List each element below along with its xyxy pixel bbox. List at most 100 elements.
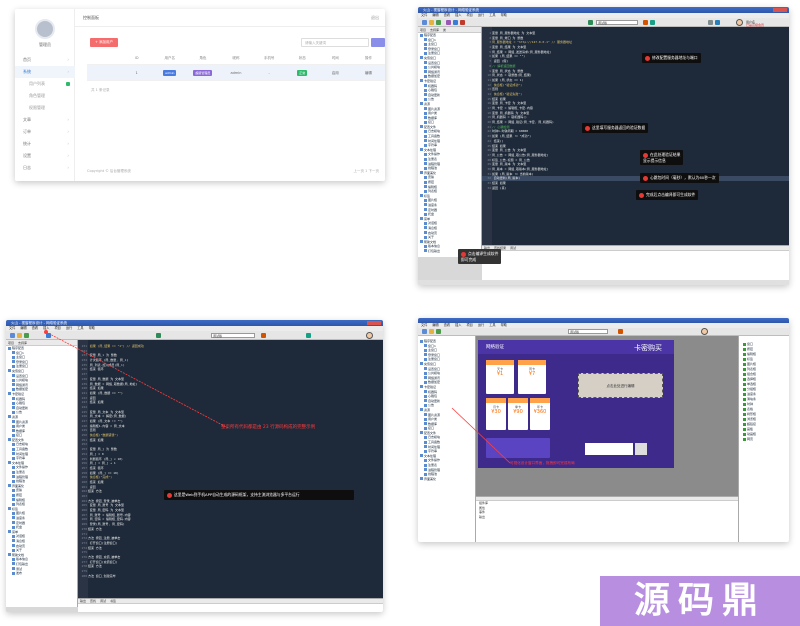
sidebar-item[interactable]: 角色管理 — [15, 90, 75, 102]
output-tab[interactable]: 书签 — [110, 599, 116, 603]
chevron-right-icon: › — [67, 57, 69, 62]
menu-item[interactable]: 运行 — [478, 13, 484, 17]
code-editor[interactable]: 1变量 局_服务器地址 为 文本型 2变量 局_端口 为 整数 3局_服务器地址 =… — [482, 27, 789, 245]
output-tab[interactable]: 查找 — [90, 599, 96, 603]
code-text: 返回 (真) — [492, 185, 507, 190]
output-tab[interactable]: 调试 — [510, 246, 516, 250]
save-icon[interactable] — [436, 20, 441, 25]
cut-icon[interactable] — [446, 20, 451, 25]
component-icon — [743, 352, 746, 356]
search-button[interactable] — [371, 38, 385, 47]
output-lines: 组件库 属性 事件 输出 — [476, 501, 738, 519]
add-user-button[interactable]: + 添加用户 — [90, 38, 118, 47]
file-icon — [424, 185, 427, 189]
sidebar-item-label: 角色管理 — [29, 93, 45, 98]
file-icon — [424, 162, 427, 166]
window-controls[interactable] — [773, 8, 787, 12]
palette-item-label: 时钟 — [747, 402, 754, 406]
sidebar-item[interactable]: 用户列表 — [15, 78, 75, 90]
sidebar-item[interactable]: 设置 › — [15, 150, 75, 162]
tree-item-label: 托盘 — [428, 212, 435, 217]
annotation-text: 整页所有代码都是由 23 行源码构成的完整示例 — [221, 425, 316, 430]
run-icon[interactable] — [588, 20, 593, 25]
sidebar-item[interactable]: 订单 › — [15, 126, 75, 138]
menu-item[interactable]: 工具 — [489, 13, 495, 17]
output-tabs: 输出 查找 调试 书签 — [78, 599, 383, 604]
sidebar-item[interactable]: 系统 › — [15, 66, 75, 78]
status-badge: 正常 — [297, 70, 308, 76]
pagination[interactable]: 上一页 1 下一页 — [354, 169, 379, 174]
admin-header: 控制面板 退出 — [75, 9, 385, 27]
code-text: 局_服务器地址 = "http://127.0.0.1" // 服务器地址 — [492, 40, 572, 45]
tree-item-label: 字符串 — [428, 143, 438, 148]
code-text: 变量 局_状态 为 整数 — [492, 68, 524, 73]
admin-footer: Copyright © 后台管理系统 上一页 1 下一页 — [87, 169, 379, 174]
ide-screenshot-1: 火山 - 视窗程序设计 - 网络验证系统 文件 编辑 查看 插入 项目 运行 工具 帮助 调试… — [418, 7, 789, 285]
open-icon[interactable] — [429, 20, 434, 25]
user-avatar[interactable] — [736, 19, 743, 26]
tree-item-label: 卡密验证 — [424, 78, 437, 83]
column-header: 用户名 — [164, 56, 176, 60]
table-row[interactable]: 1 admin 超级管理员 admin - 正常 启用 编辑 — [87, 65, 385, 81]
menu-item[interactable]: 查看 — [444, 13, 450, 17]
tree-tab[interactable]: 项目 — [420, 28, 426, 32]
palette-item-label: 列表框 — [747, 367, 757, 371]
tree-tab[interactable]: 类 — [443, 28, 446, 32]
menu-item[interactable]: 编辑 — [432, 13, 438, 17]
debug-icon[interactable] — [650, 20, 655, 25]
sidebar-item-label: 文章 — [23, 117, 31, 122]
menu-item[interactable]: 项目 — [467, 13, 473, 17]
code-text: 如果 (局_结果 == "") — [492, 54, 526, 59]
new-icon[interactable] — [422, 20, 427, 25]
file-icon — [420, 102, 423, 106]
sidebar-item[interactable]: 文章 › — [15, 114, 75, 126]
tree-tab[interactable]: 支持库 — [430, 28, 439, 32]
callout-badge-icon — [639, 192, 644, 198]
watermark-logo: 源码鼎 — [600, 576, 800, 626]
output-tab[interactable]: 输出 — [80, 599, 86, 603]
chevron-right-icon: › — [67, 141, 69, 146]
paste-icon[interactable] — [460, 20, 465, 25]
copy-icon[interactable] — [453, 20, 458, 25]
menu-item[interactable]: 插入 — [455, 13, 461, 17]
page-title: 控制面板 — [83, 15, 99, 20]
logout-link[interactable]: 退出 — [371, 15, 379, 21]
component-icon — [743, 377, 746, 381]
file-icon — [424, 120, 427, 124]
sidebar-item[interactable]: 统计 › — [15, 138, 75, 150]
file-icon — [420, 125, 423, 129]
sidebar-item[interactable]: 权限管理 — [15, 102, 75, 114]
code-text: 变量 局_服务器地址 为 文本型 — [492, 31, 536, 35]
component-icon — [743, 367, 746, 371]
palette-item-label: 网页 — [747, 437, 754, 441]
build-config-select[interactable]: 调试版 — [596, 20, 638, 25]
annotation-arrow — [44, 330, 229, 429]
file-icon — [424, 231, 427, 235]
sidebar-item[interactable]: 首页 › — [15, 54, 75, 66]
code-text: 局_机器码 = 取机器码() — [492, 115, 527, 120]
sidebar-item[interactable]: 日志 › — [15, 162, 75, 174]
table-cell[interactable]: 编辑 — [352, 65, 385, 80]
menu-item[interactable]: 帮助 — [501, 13, 507, 17]
tree-item-label: 窗口1 — [428, 37, 436, 42]
menu-item[interactable]: 文件 — [421, 13, 427, 17]
tree-item-label: 公共模块 — [428, 65, 441, 70]
palette-item-label: 编辑框 — [747, 352, 757, 356]
palette-item[interactable]: 网页 — [739, 437, 789, 442]
file-icon — [424, 47, 427, 51]
file-icon — [424, 51, 427, 55]
settings-icon[interactable] — [708, 20, 713, 25]
output-tab[interactable]: 调试 — [100, 599, 106, 603]
file-icon — [424, 74, 427, 78]
search-input[interactable]: 请输入关键词 — [301, 38, 369, 47]
tree-item-label: 线程池 — [428, 166, 438, 171]
sidebar-item-label: 权限管理 — [29, 105, 45, 110]
file-icon — [424, 42, 427, 46]
code-text: 信息框("验证成功") — [492, 82, 523, 87]
chevron-right-icon: › — [67, 117, 69, 122]
build-icon[interactable] — [643, 20, 648, 25]
status-badge: admin — [163, 70, 177, 76]
file-icon — [424, 129, 427, 133]
avatar[interactable] — [35, 19, 55, 39]
help-icon[interactable] — [715, 20, 720, 25]
